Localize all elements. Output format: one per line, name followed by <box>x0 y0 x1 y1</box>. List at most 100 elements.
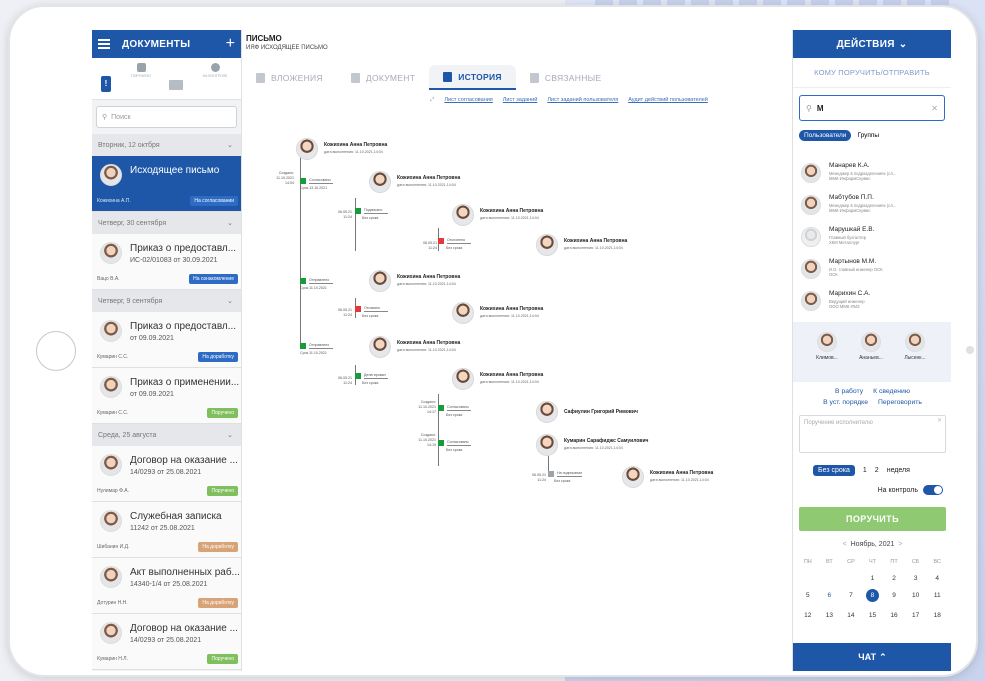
status-approved: Согласовано <box>300 178 333 184</box>
status-time: 11:24 <box>537 478 546 482</box>
avatar-placeholder <box>801 227 821 247</box>
user-org: ММК-ИнформСервис <box>829 208 871 214</box>
status-time: 11:24 <box>428 246 437 250</box>
calendar-day[interactable]: 11 <box>926 592 948 602</box>
term-2[interactable]: 2 <box>875 467 879 474</box>
list-item[interactable]: Служебная записка 11242 от 25.08.2021 Ши… <box>92 502 241 558</box>
day-separator[interactable]: Вторник, 12 октбря ⌄ <box>92 134 241 156</box>
add-document-button[interactable]: + <box>226 36 235 52</box>
calendar-day[interactable]: 15 <box>862 612 884 619</box>
status-badge: Поручено <box>207 654 238 664</box>
calendar-day[interactable]: 3 <box>905 575 927 582</box>
day-label: Вторник, 12 октбря <box>98 141 160 149</box>
calendar-day[interactable]: 13 <box>819 612 841 619</box>
list-item[interactable]: Приказ о предоставл... ИС-02/01083 от 30… <box>92 234 241 290</box>
list-item[interactable]: Договор на оказание ... 14/0293 от 25.08… <box>92 446 241 502</box>
user-name: Манарев К.А. <box>829 162 870 169</box>
item-author: Вацо В.А. <box>97 276 120 282</box>
list-item[interactable]: Акт выполненных раб... 14340-1/4 от 25.0… <box>92 558 241 614</box>
term-no-deadline[interactable]: Без срока <box>813 465 855 476</box>
documents-search[interactable]: ⚲ Поиск <box>96 106 237 128</box>
user-item[interactable]: Марушкай Е.В. Главный бухгалтер ХКМ Металл… <box>793 223 951 255</box>
calendar-day[interactable]: 14 <box>840 612 862 619</box>
selected-recipient[interactable]: Климов... <box>807 332 847 361</box>
calendar-day[interactable]: 5 <box>797 592 819 602</box>
tool-assigned[interactable]: ПОРУЧЕНО <box>126 63 156 78</box>
calendar-day[interactable]: 7 <box>840 592 862 602</box>
tool-control[interactable]: НА КОНТРОЛЕ <box>200 63 230 78</box>
list-item[interactable]: Приказ о предоставл... от 09.09.2021 Кум… <box>92 312 241 368</box>
control-toggle[interactable] <box>923 485 943 495</box>
calendar-day[interactable]: 8 <box>865 589 879 602</box>
recipient-name: Ананьев... <box>859 355 883 361</box>
calendar-day[interactable]: 12 <box>797 612 819 619</box>
day-separator[interactable]: Четверг, 30 сентября ⌄ <box>92 212 241 234</box>
calendar-grid: ПН ВТ СР ЧТ ПТ СБ ВС 1 2 3 4 5 6 7 8 9 10 11 12 13 14 15 16 17 1… <box>793 559 951 619</box>
calendar-day[interactable]: 9 <box>883 592 905 602</box>
calendar-day[interactable]: 1 <box>862 575 884 582</box>
prev-month-icon[interactable]: < <box>843 541 847 548</box>
avatar <box>801 195 821 215</box>
list-item[interactable]: Приказ о применении... от 09.09.2021 Кум… <box>92 368 241 424</box>
user-org: ММК-ИнформСервис <box>829 176 871 182</box>
avatar <box>296 138 318 160</box>
tool-control-label: НА КОНТРОЛЕ <box>202 74 228 78</box>
next-month-icon[interactable]: > <box>898 541 902 548</box>
term-week[interactable]: неделя <box>887 467 910 474</box>
chat-button[interactable]: ЧАТ ⌃ <box>793 643 951 671</box>
status-day: 06.05.21 <box>423 241 437 245</box>
calendar-day[interactable]: 2 <box>883 575 905 582</box>
calendar-day[interactable]: 17 <box>905 612 927 619</box>
tab-groups[interactable]: Группы <box>857 132 879 139</box>
user-item[interactable]: Мартынов М.М. И.О. главный инженер ОСК ОСК <box>793 255 951 287</box>
term-1[interactable]: 1 <box>863 467 867 474</box>
action-in-work[interactable]: В работу <box>835 388 863 395</box>
item-title: Исходящее письмо <box>130 165 220 176</box>
assigned-icon <box>136 63 146 72</box>
actions-header[interactable]: ДЕЙСТВИЯ ⌄ <box>793 30 951 58</box>
calendar-day[interactable]: 6 <box>819 592 841 602</box>
calendar-day[interactable]: 10 <box>905 592 927 602</box>
selected-recipient[interactable]: Ананьев... <box>851 332 891 361</box>
assign-button[interactable]: ПОРУЧИТЬ <box>799 507 946 531</box>
user-item[interactable]: Марихин С.А. Ведущий инженер ООО ММК-ЛМЗ <box>793 287 951 319</box>
chevron-down-icon: ⌄ <box>227 142 233 149</box>
clear-icon[interactable]: ✕ <box>931 104 938 113</box>
status-square <box>300 278 306 284</box>
avatar <box>817 332 837 352</box>
node-date: дата выполнения: 11.10.2021,14:04 <box>397 348 456 352</box>
action-established-order[interactable]: В уст. порядке <box>823 399 868 406</box>
assign-to-heading: КОМУ ПОРУЧИТЬ/ОТПРАВИТЬ <box>793 58 951 88</box>
phone-icon[interactable]: ! <box>101 76 111 92</box>
user-details: Менеджер в подразделениях (сл... ММК-Инфо… <box>829 203 896 213</box>
recipient-search-input[interactable]: ⚲ М ✕ <box>799 95 945 121</box>
calendar-day[interactable]: 4 <box>926 575 948 582</box>
user-item[interactable]: Мабтубов П.П. Менеджер в подразделениях (… <box>793 191 951 223</box>
status-badge: На согласовании <box>190 196 238 206</box>
user-item[interactable]: Манарев К.А. Менеджер в подразделениях (с… <box>793 159 951 191</box>
mail-icon[interactable] <box>169 80 183 90</box>
list-item[interactable]: Договор на оказание ... 14/0293 от 25.08… <box>92 614 241 670</box>
day-separator[interactable]: Среда, 25 августа ⌄ <box>92 424 241 446</box>
status-term: Без срока <box>362 381 379 385</box>
list-item[interactable]: Исходящее письмо Кожихина А.П. На соглас… <box>92 156 241 212</box>
tab-users[interactable]: Пользователи <box>799 130 852 141</box>
calendar-day[interactable]: 18 <box>926 612 948 619</box>
calendar-day[interactable]: 16 <box>883 612 905 619</box>
document-view: ПИСЬМО ИЯФ ИСХОДЯЩЕЕ ПИСЬМО ВЛОЖЕНИЯ ДОК… <box>242 30 792 671</box>
action-for-info[interactable]: К сведению <box>873 388 910 395</box>
node-date: дата выполнения: 11.10.2021,14:04 <box>650 478 709 482</box>
close-icon[interactable]: ✕ <box>937 417 942 424</box>
day-separator[interactable]: Четверг, 9 сентября ⌄ <box>92 290 241 312</box>
chevron-up-icon: ⌃ <box>879 651 887 662</box>
selected-recipient[interactable]: Лысенк... <box>895 332 935 361</box>
user-name: Мартынов М.М. <box>829 258 877 265</box>
home-button[interactable] <box>36 331 76 371</box>
search-value: М <box>816 103 824 113</box>
action-discuss[interactable]: Переговорить <box>878 399 922 406</box>
assignment-note-input[interactable]: Поручение исполнителю ✕ <box>799 415 946 453</box>
menu-icon[interactable] <box>98 39 110 49</box>
node-date: дата выполнения: 11.10.2021,14:04 <box>397 282 456 286</box>
recipient-name: Лысенк... <box>904 355 926 361</box>
node-date: дата выполнения: 11.10.2021,14:04 <box>480 216 539 220</box>
